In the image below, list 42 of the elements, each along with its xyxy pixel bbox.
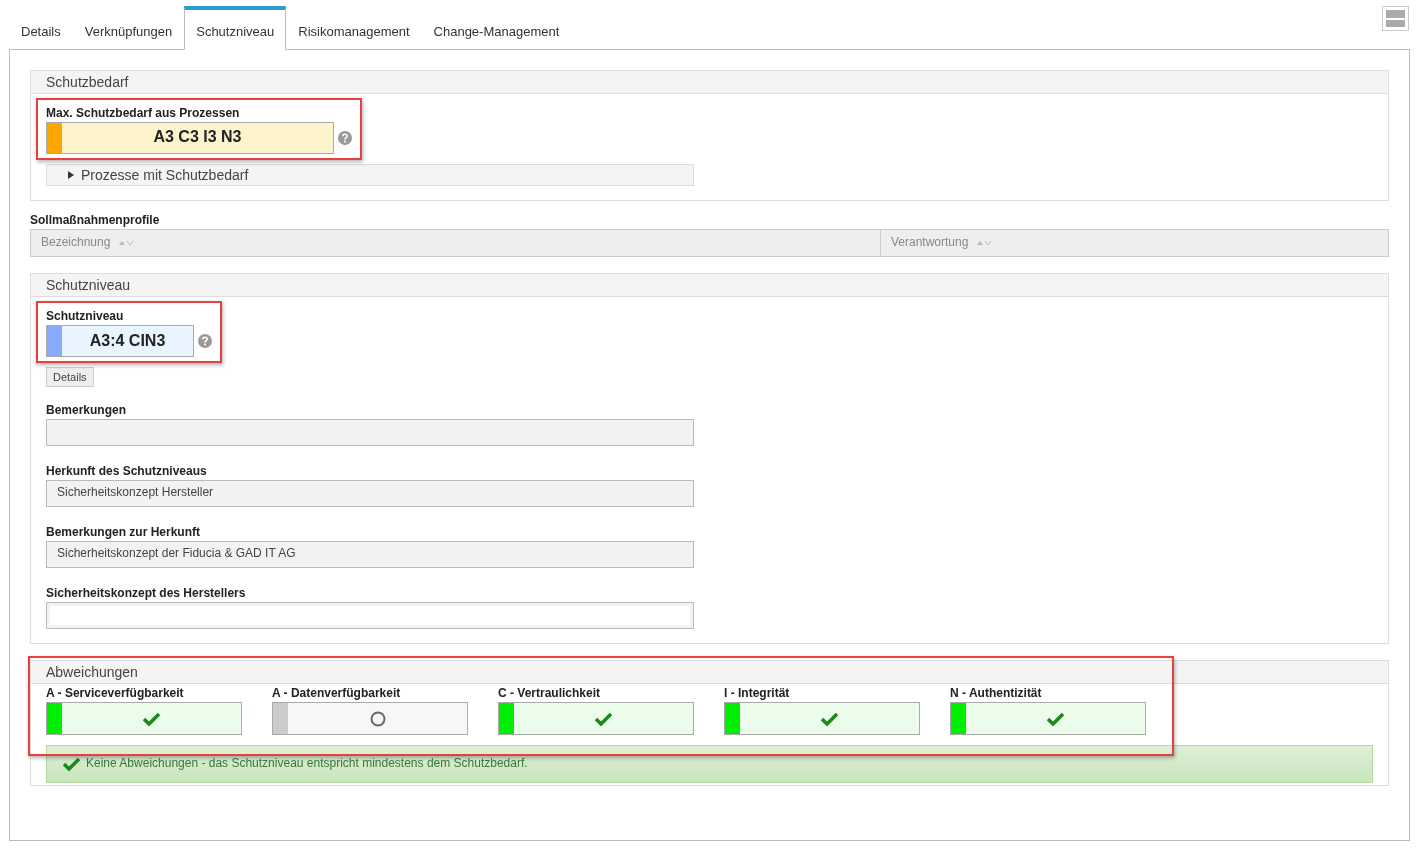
field-label: Sicherheitskonzept des Herstellers <box>46 586 247 601</box>
grid-title: Sollmaßnahmenprofile <box>30 213 161 228</box>
value-text: A3 C3 I3 N3 <box>152 127 243 148</box>
input-field[interactable]: Sicherheitskonzept Hersteller <box>46 480 694 508</box>
caret-icon <box>67 170 75 180</box>
expander-label: Prozesse mit Schutzbedarf <box>81 165 249 185</box>
circle-icon <box>369 710 386 727</box>
input-field[interactable] <box>46 419 694 447</box>
field-label: Herkunft des Schutzniveaus <box>46 464 208 479</box>
section-title: Abweichungen <box>31 661 1388 685</box>
section-title: Schutzbedarf <box>31 70 1388 94</box>
field-label: Bemerkungen <box>46 403 128 418</box>
tab[interactable]: Schutzniveau <box>184 6 287 50</box>
check-icon <box>143 711 160 726</box>
field-label: Bemerkungen zur Herkunft <box>46 525 202 540</box>
field-label: I - Integrität <box>724 686 791 701</box>
help-icon <box>338 130 352 145</box>
alert-text: Keine Abweichungen - das Schutzniveau entspricht mindestens dem Schutzbedarf. <box>86 756 528 772</box>
field-label: A - Datenverfügbarkeit <box>272 686 402 701</box>
tab[interactable]: Verknüpfungen <box>72 6 185 50</box>
layout-toggle-icon[interactable] <box>1382 6 1409 31</box>
details-button[interactable]: Details <box>46 367 94 388</box>
field-label: A - Serviceverfügbarkeit <box>46 686 185 701</box>
check-icon <box>821 711 838 726</box>
input-field[interactable] <box>46 602 694 630</box>
field-label: C - Vertraulichkeit <box>498 686 602 701</box>
tab[interactable]: Change-Management <box>421 6 572 50</box>
tab[interactable]: Risikomanagement <box>286 6 422 50</box>
field-label: N - Authentizität <box>950 686 1043 701</box>
section-title: Schutzniveau <box>31 274 1388 298</box>
tab[interactable]: Details <box>9 6 73 50</box>
expander-row[interactable]: Prozesse mit Schutzbedarf <box>46 163 694 187</box>
field-label: Schutzniveau <box>46 309 125 324</box>
input-field[interactable]: Sicherheitskonzept der Fiducia & GAD IT AG <box>46 541 694 569</box>
check-icon <box>63 757 80 772</box>
check-icon <box>595 711 612 726</box>
help-icon <box>198 334 212 349</box>
sort-icon <box>118 239 135 248</box>
check-icon <box>1047 711 1064 726</box>
sort-icon <box>976 239 993 248</box>
field-label: Max. Schutzbedarf aus Prozessen <box>46 105 241 120</box>
value-text: A3:4 CIN3 <box>88 330 167 351</box>
